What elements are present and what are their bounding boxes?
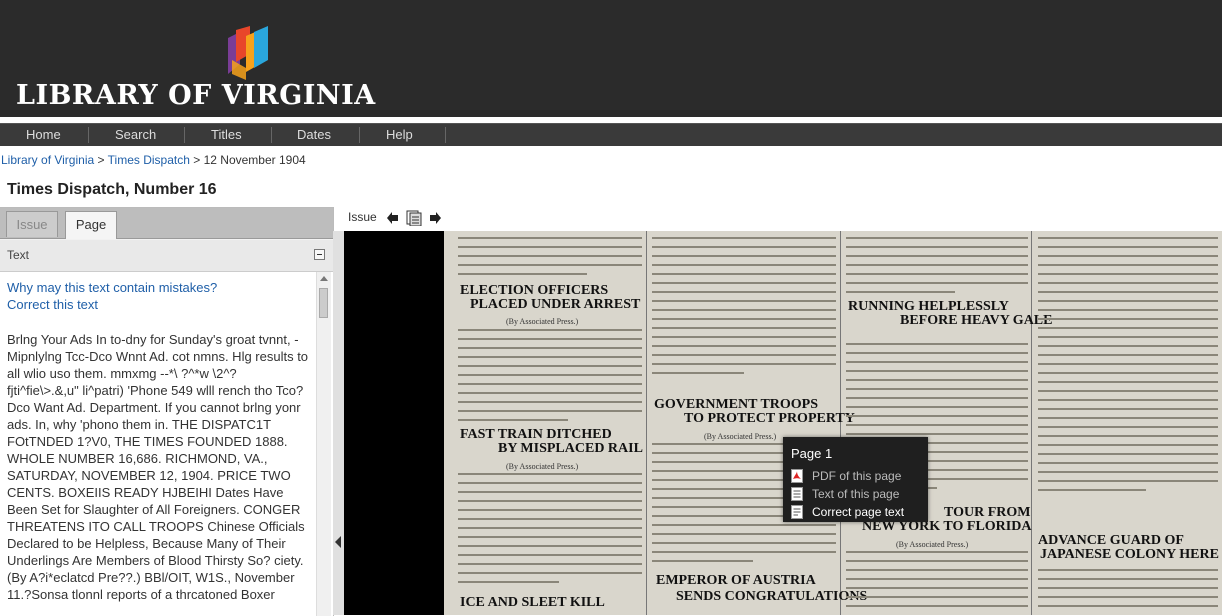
article-text-block (1038, 569, 1218, 614)
nav-home[interactable]: Home (26, 124, 61, 146)
headline: BY MISPLACED RAIL (498, 441, 643, 456)
article-text-block (652, 237, 836, 381)
article-text-block (458, 237, 642, 282)
scrollbar-thumb[interactable] (319, 288, 328, 318)
newspaper-page-viewer[interactable]: ELECTION OFFICERS PLACED UNDER ARREST (B… (344, 231, 1222, 615)
ocr-text-content: Why may this text contain mistakes? Corr… (7, 279, 312, 603)
byline: (By Associated Press.) (506, 317, 579, 326)
headline: PLACED UNDER ARREST (470, 297, 641, 312)
nav-divider (88, 127, 89, 143)
breadcrumb: Library of Virginia > Times Dispatch > 1… (1, 153, 306, 167)
nav-dates[interactable]: Dates (297, 124, 331, 146)
nav-divider (445, 127, 446, 143)
site-header: LIBRARY OF VIRGINIA (0, 0, 1222, 117)
article-text-block (846, 551, 1028, 614)
tab-page[interactable]: Page (65, 211, 117, 239)
headline: JAPANESE COLONY HERE (1040, 547, 1219, 562)
library-logo-icon[interactable] (224, 24, 270, 82)
text-page-label: Text of this page (812, 487, 900, 501)
edit-document-icon (791, 505, 803, 519)
tab-issue[interactable]: Issue (6, 211, 58, 237)
panel-tabs: Issue Page (0, 208, 333, 239)
nav-help[interactable]: Help (386, 124, 413, 146)
article-text-block (458, 329, 642, 428)
headline: EMPEROR OF AUSTRIA (656, 573, 816, 588)
headline: TO PROTECT PROPERTY (684, 411, 855, 426)
article-text-block (458, 473, 642, 590)
page-title: Times Dispatch, Number 16 (7, 181, 217, 198)
collapse-left-arrow-icon[interactable] (335, 536, 341, 548)
correct-page-text-label: Correct page text (812, 505, 905, 519)
nav-divider (359, 127, 360, 143)
nav-titles[interactable]: Titles (211, 124, 242, 146)
viewer-issue-label: Issue (348, 210, 377, 224)
previous-page-arrow-icon[interactable] (387, 212, 399, 224)
popup-page-title: Page 1 (791, 446, 833, 461)
ocr-text-area[interactable]: Why may this text contain mistakes? Corr… (0, 272, 333, 616)
nav-search[interactable]: Search (115, 124, 156, 146)
headline: BEFORE HEAVY GALE (900, 313, 1053, 328)
text-scrollbar[interactable] (316, 272, 331, 616)
pdf-page-label: PDF of this page (812, 469, 902, 483)
next-page-arrow-icon[interactable] (429, 212, 441, 224)
text-section-header: Text (0, 240, 333, 272)
article-text-block (1038, 237, 1218, 498)
mistakes-info-link[interactable]: Why may this text contain mistakes? (7, 279, 312, 296)
byline: (By Associated Press.) (896, 540, 969, 549)
page-popup-menu: Page 1 PDF of this page Text of this pag… (783, 437, 928, 522)
library-logo-text[interactable]: LIBRARY OF VIRGINIA (16, 80, 376, 111)
headline: ICE AND SLEET KILL (460, 595, 605, 610)
breadcrumb-title[interactable]: Times Dispatch (108, 153, 190, 167)
ocr-text: Brlng Your Ads In to-dny for Sunday's gr… (7, 332, 309, 602)
nav-divider (271, 127, 272, 143)
column-rule (646, 231, 647, 615)
panel-collapse-handle[interactable] (333, 231, 344, 615)
text-section-label: Text (7, 248, 30, 262)
column-rule (1031, 231, 1032, 615)
breadcrumb-current: 12 November 1904 (203, 153, 306, 167)
byline: (By Associated Press.) (704, 432, 777, 441)
breadcrumb-separator: > (97, 153, 105, 167)
all-pages-icon[interactable] (406, 210, 422, 226)
breadcrumb-separator: > (193, 153, 201, 167)
newspaper-page-image[interactable]: ELECTION OFFICERS PLACED UNDER ARREST (B… (444, 231, 1222, 615)
nav-divider (184, 127, 185, 143)
correct-text-link[interactable]: Correct this text (7, 296, 312, 313)
document-icon (791, 487, 803, 501)
pdf-icon (791, 469, 803, 483)
scroll-up-arrow-icon[interactable] (320, 276, 328, 281)
headline: SENDS CONGRATULATIONS (676, 589, 868, 604)
viewer-toolbar: Issue (344, 207, 1222, 231)
article-text-block (846, 237, 1028, 300)
main-nav: Home Search Titles Dates Help (0, 123, 1222, 146)
text-panel: Issue Page Text Why may this text contai… (0, 207, 334, 616)
byline: (By Associated Press.) (506, 462, 579, 471)
collapse-section-button[interactable] (314, 249, 325, 260)
breadcrumb-library[interactable]: Library of Virginia (1, 153, 94, 167)
